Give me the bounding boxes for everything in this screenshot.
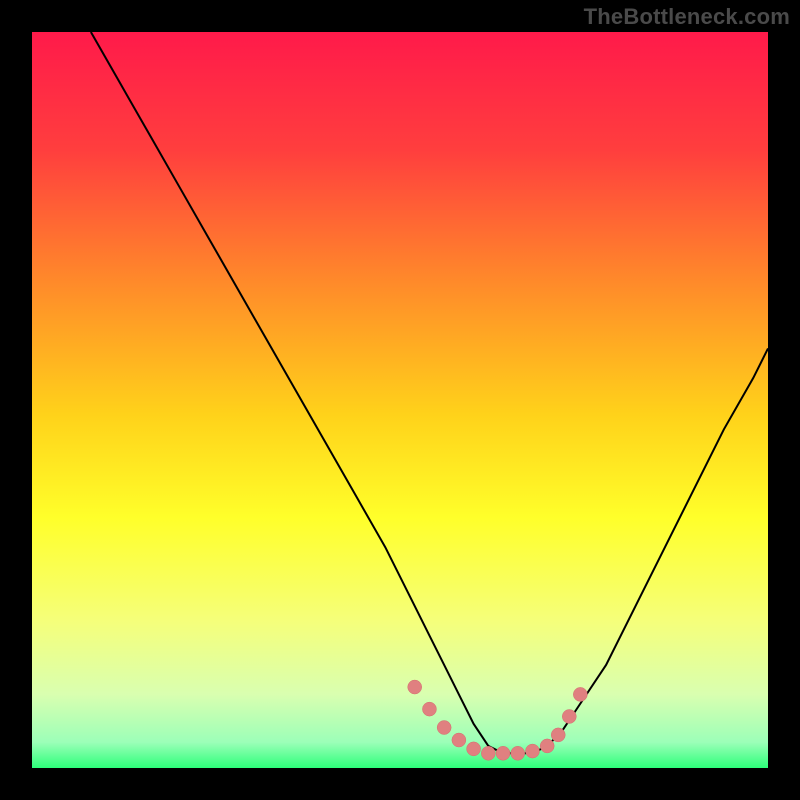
marker-point — [467, 742, 481, 756]
plot-background — [32, 32, 768, 768]
marker-point — [562, 709, 576, 723]
marker-point — [437, 721, 451, 735]
marker-point — [496, 746, 510, 760]
marker-point — [511, 746, 525, 760]
marker-point — [481, 746, 495, 760]
marker-point — [525, 744, 539, 758]
chart-frame: TheBottleneck.com — [0, 0, 800, 800]
marker-point — [573, 687, 587, 701]
marker-point — [540, 739, 554, 753]
bottleneck-chart — [0, 0, 800, 800]
marker-point — [408, 680, 422, 694]
marker-point — [422, 702, 436, 716]
attribution-label: TheBottleneck.com — [584, 4, 790, 30]
marker-point — [551, 728, 565, 742]
marker-point — [452, 733, 466, 747]
